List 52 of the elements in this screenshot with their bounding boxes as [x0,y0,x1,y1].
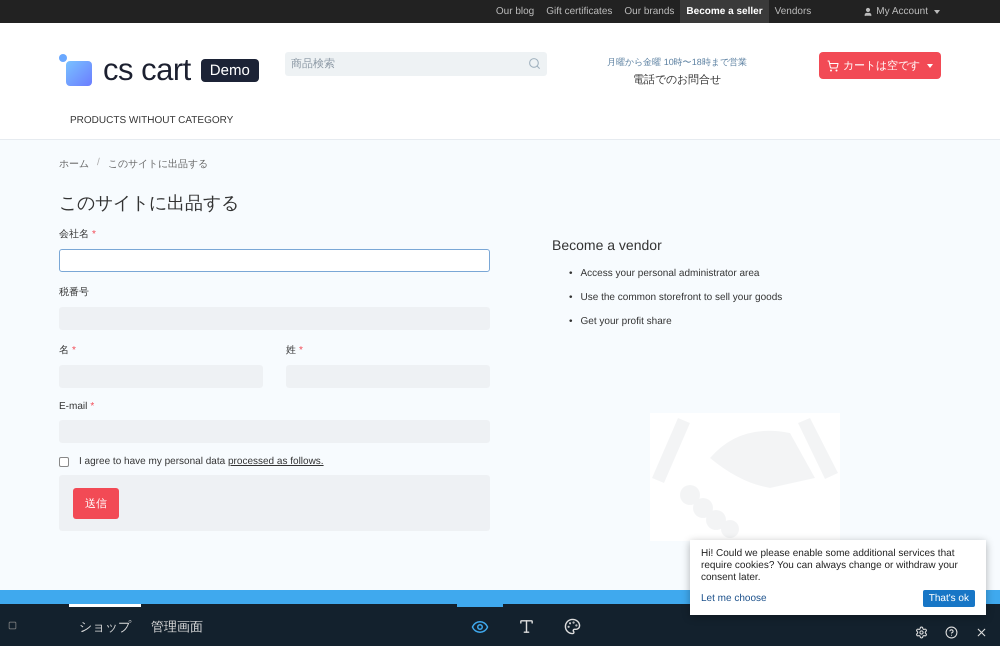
square-icon [8,620,17,630]
top-nav-link[interactable]: Our brands [618,0,680,23]
logo-icon [59,54,93,86]
user-icon [863,6,874,16]
required-mark: * [90,401,94,412]
contact-link[interactable]: 電話でのお問合せ [633,72,721,87]
benefit-item: Use the common storefront to sell your goods [580,292,782,304]
top-nav-link[interactable]: Vendors [768,0,818,23]
demo-badge: Demo [200,58,259,82]
settings-icon[interactable] [914,626,928,639]
page-title: このサイトに出品する [59,192,240,215]
close-icon[interactable] [974,626,988,639]
benefit-item: Access your personal administrator area [580,268,760,280]
breadcrumb[interactable]: このサイトに出品する [108,157,208,171]
cookie-message: Hi! Could we please enable some additional services that require cookies? You can always change or withdraw your consent later. [701,548,959,584]
category-menu-item[interactable]: PRODUCTS WITHOUT CATEGORY [59,115,941,126]
section-title: Become a vendor [552,237,663,253]
account-menu[interactable]: My Account [863,0,940,23]
palette-icon [564,618,580,635]
cart-button[interactable]: カートは空です [819,52,941,79]
field-label: 姓 [286,345,296,356]
cart-icon [827,60,839,72]
input-field[interactable] [59,249,490,272]
business-hours: 月曜から金曜 10時〜18時まで営業 [607,56,747,69]
breadcrumb[interactable]: ホーム [59,157,89,171]
text-icon [518,618,534,635]
bullet-mark: • [569,292,573,304]
top-nav-link[interactable]: Gift certificates [540,0,618,23]
benefit-item: Get your profit share [580,316,672,328]
bullet-mark: • [569,268,573,280]
submit-button[interactable]: 送信 [73,488,119,518]
toolbar-tab[interactable]: 管理画面 [141,604,213,646]
bullet-mark: • [569,316,573,328]
help-icon[interactable] [944,626,958,639]
toolbar-tab[interactable]: ショップ [69,604,141,646]
required-mark: * [92,229,96,240]
field-label: 名 [59,345,69,356]
breadcrumb-separator: / [97,157,100,170]
search-field[interactable]: 商品検索 [285,52,547,76]
field-label: 税番号 [59,287,89,298]
logo-text: cs cart [103,54,191,86]
required-mark: * [299,345,303,356]
accept-button[interactable]: That's ok [922,590,975,607]
choose-link[interactable]: Let me choose [701,593,767,604]
checkbox[interactable] [59,456,69,466]
field-label: E-mail [59,401,88,412]
required-mark: * [72,345,76,356]
top-nav-link[interactable]: Become a seller [680,0,769,23]
consent-link[interactable]: processed as follows. [228,456,324,467]
field-label: 会社名 [59,229,89,240]
consent-text: I agree to have my personal data processed as follows. [79,456,324,467]
top-nav-link[interactable]: Our blog [490,0,540,23]
